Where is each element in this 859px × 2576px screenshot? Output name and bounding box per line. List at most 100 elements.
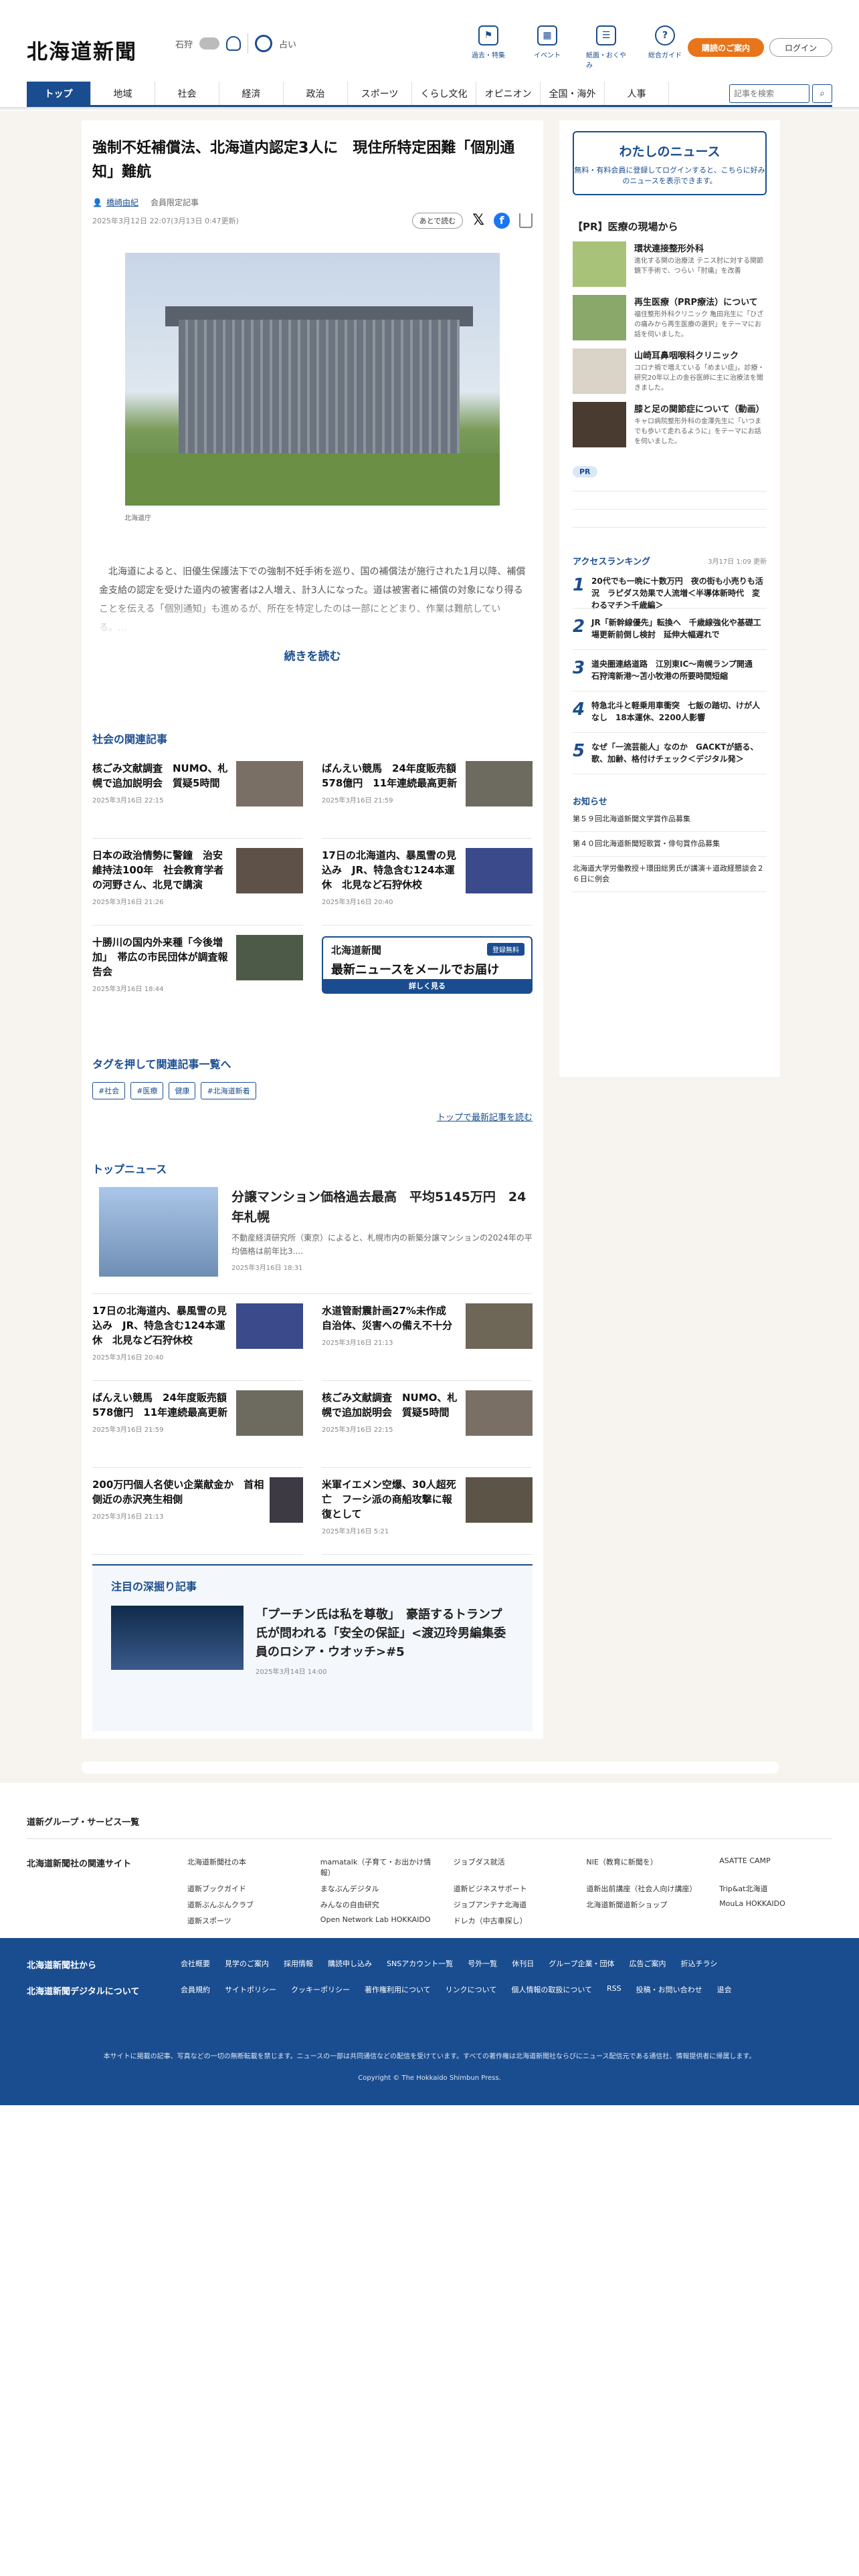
footer-link[interactable]: グループ企業・団体 (549, 1958, 614, 1971)
ranking-item[interactable]: 2 JR「新幹線優先」転換へ 千歳線強化や基礎工場更新前倒し検討 延伸大幅遅れで (573, 609, 767, 650)
my-news-box[interactable]: わたしのニュース 無料・有料会員に登録してログインすると、こちらに好みのニュース… (573, 131, 767, 195)
footer-link[interactable]: 著作権利用について (365, 1984, 431, 1997)
search-icon[interactable]: ⌕ (812, 84, 832, 103)
subscribe-button[interactable]: 購読のご案内 (688, 38, 764, 57)
footer-link[interactable]: 投稿・お問い合わせ (636, 1984, 702, 1997)
footer-link[interactable]: ジョブアンテナ北海道 (454, 1899, 567, 1910)
footer-link[interactable]: 道新ブックガイド (187, 1883, 300, 1894)
nav-item-economy[interactable]: 経済 (219, 82, 284, 105)
topnews-feature[interactable]: 分譲マンション価格過去最高 平均5145万円 24年札幌 不動産経済研究所（東京… (92, 1176, 533, 1294)
tag-health[interactable]: 健康 (169, 1082, 196, 1099)
footer-link[interactable]: NIE（教育に新聞を） (586, 1856, 699, 1878)
related-card[interactable]: 日本の政治情勢に警鐘 治安維持法100年 社会教育学者の河野さん、北見で講演 20… (92, 839, 303, 926)
footer-link[interactable]: mamatalk（子育て・お出かけ情報） (320, 1856, 434, 1878)
topnews-card[interactable]: 核ごみ文献調査 NUMO、札幌で追加説明会 質疑5時間 2025年3月16日 22… (322, 1381, 533, 1468)
ranking-item[interactable]: 4 特急北斗と軽乗用車衝突 七飯の踏切、けが人なし 18本運休、2200人影響 (573, 691, 767, 733)
footer-link[interactable]: 休刊日 (512, 1958, 534, 1971)
deep-dive-title[interactable]: 注目の深掘り記事 (111, 1578, 514, 1594)
tag-medical[interactable]: #医療 (130, 1082, 164, 1099)
deep-dive-card[interactable]: 「プーチン氏は私を尊敬」 豪語するトランプ氏が問われる「安全の保証」<渡辺玲男編… (111, 1606, 514, 1676)
pr-item[interactable]: 環状連接整形外科 進化する関の治療法 テニス肘に対する関節鏡下手術で、つらい「肘痛… (573, 241, 767, 287)
tag-society[interactable]: #社会 (92, 1082, 126, 1099)
topnews-card[interactable]: ばんえい競馬 24年度販売額578億円 11年連続最高更新 2025年3月16日 … (92, 1381, 303, 1468)
footer-link[interactable]: 北海道新聞社の本 (187, 1856, 300, 1878)
ranking-title[interactable]: アクセスランキング (573, 554, 650, 567)
nav-item-personnel[interactable]: 人事 (605, 82, 669, 105)
nav-item-culture[interactable]: くらし文化 (412, 82, 476, 105)
footer-link[interactable]: 広告ご案内 (630, 1958, 666, 1971)
footer-link[interactable]: ジョブダス就活 (454, 1856, 567, 1878)
nav-item-world[interactable]: 全国・海外 (541, 82, 605, 105)
ranking-item[interactable]: 1 20代でも一晩に十数万円 夜の街も小売りも活況 ラピダス効果で人流増＜半導体新… (573, 567, 767, 610)
pr-item[interactable]: 膝と足の関節症について（動画） キャロ病院整形外科の金澤先生に「いつまでも歩いて走… (573, 402, 767, 447)
search-input[interactable] (729, 84, 809, 103)
related-card[interactable]: 17日の北海道内、暴風雪の見込み JR、特急含む124本運休 北見など石狩休校 2… (322, 839, 533, 926)
newsletter-promo[interactable]: 北海道新聞 登録無料 最新ニュースをメールでお届け 詳しく見る (322, 936, 533, 994)
nav-item-politics[interactable]: 政治 (284, 82, 348, 105)
promo-button[interactable]: 詳しく見る (323, 979, 531, 992)
nav-item-top[interactable]: トップ (27, 82, 91, 105)
footer-link[interactable]: 採用情報 (284, 1958, 313, 1971)
notice-item[interactable]: 北海道大学労働教授＋環田総男氏が講演＋道政経懇談会２６日に例会 (573, 857, 767, 892)
notice-item[interactable]: 第５９回北海道新聞文学賞作品募集 (573, 807, 767, 832)
footer-link[interactable]: サイトポリシー (225, 1984, 276, 1997)
related-card[interactable]: 核ごみ文献調査 NUMO、札幌で追加説明会 質疑5時間 2025年3月16日 22… (92, 752, 303, 839)
footer-link[interactable]: 見学のご案内 (225, 1958, 269, 1971)
footer-link[interactable]: 道新スポーツ (187, 1915, 300, 1926)
tag-hokkaido-new[interactable]: #北海道新着 (201, 1082, 256, 1099)
footer-link[interactable]: みんなの自由研究 (320, 1899, 434, 1910)
pr-item[interactable]: 再生医療（PRP療法）について 福住整形外科クリニック 亀田兆生に「ひざの痛みから… (573, 295, 767, 340)
facebook-share-icon[interactable]: f (494, 212, 510, 229)
nav-item-sports[interactable]: スポーツ (348, 82, 412, 105)
related-card[interactable]: 十勝川の国内外来種「今後増加」 帯広の市民団体が調査報告会 2025年3月16日 … (92, 926, 303, 1012)
nav-item-society[interactable]: 社会 (155, 82, 219, 105)
footer-link[interactable]: 個人情報の取扱について (511, 1984, 592, 1997)
footer-link[interactable]: 購読申し込み (328, 1958, 372, 1971)
related-card[interactable]: ばんえい競馬 24年度販売額578億円 11年連続最高更新 2025年3月16日 … (322, 752, 533, 839)
top-latest-link[interactable]: トップで最新記事を読む (92, 1110, 533, 1123)
topnews-card[interactable]: 米軍イエメン空爆、30人超死亡 フーシ派の商船攻撃に報復として 2025年3月16… (322, 1468, 533, 1555)
login-button[interactable]: ログイン (769, 38, 832, 57)
header-link-events[interactable]: ▦ イベント (527, 25, 567, 70)
footer-link[interactable]: 会員規約 (181, 1984, 210, 1997)
read-more-link[interactable]: 続きを読む (92, 647, 533, 663)
footer-link[interactable]: 折込チラシ (681, 1958, 718, 1971)
x-share-icon[interactable]: 𝕏 (472, 212, 484, 229)
header-link-archive[interactable]: ⚑ 過去・特集 (468, 25, 508, 70)
topnews-card[interactable]: 水道管耐震計画27%未作成 自治体、災害への備え不十分 2025年3月16日 21… (322, 1294, 533, 1381)
nav-item-opinion[interactable]: オピニオン (476, 82, 541, 105)
footer-link[interactable]: Trip&at北海道 (719, 1883, 832, 1894)
topnews-card[interactable]: 17日の北海道内、暴風雪の見込み JR、特急含む124本運休 北見など石狩休校 2… (92, 1294, 303, 1381)
footer-link[interactable]: 北海道新聞道新ショップ (586, 1899, 699, 1910)
footer-link[interactable]: MouLa HOKKAIDO (719, 1899, 832, 1910)
nav-item-region[interactable]: 地域 (91, 82, 155, 105)
notice-title[interactable]: お知らせ (573, 794, 767, 807)
footer-link[interactable]: SNSアカウント一覧 (387, 1958, 453, 1971)
site-logo[interactable]: 北海道新聞 (27, 35, 137, 65)
footer-link[interactable]: 号外一覧 (468, 1958, 497, 1971)
footer-link[interactable]: 道新出前講座（社会人向け講座） (586, 1883, 699, 1894)
pr-item[interactable]: 山崎耳鼻咽喉科クリニック コロナ禍で増えている「めまい症」。診療・研究20年以上の… (573, 348, 767, 394)
weather-widget[interactable]: 石狩 占い (175, 33, 296, 53)
read-later-button[interactable]: あとで読む (411, 212, 464, 229)
share-icon[interactable] (519, 213, 533, 228)
group-services-title[interactable]: 道新グループ・サービス一覧 (27, 1815, 832, 1839)
footer-link[interactable]: ASATTE CAMP (719, 1856, 832, 1878)
footer-link[interactable]: 退会 (717, 1984, 732, 1997)
footer-link[interactable]: 道新ビジネスサポート (454, 1883, 567, 1894)
footer-link[interactable]: 会社概要 (181, 1958, 210, 1971)
footer-link[interactable]: リンクについて (446, 1984, 497, 1997)
footer-link[interactable]: 道新ぶんぶんクラブ (187, 1899, 300, 1910)
footer-link[interactable]: クッキーポリシー (291, 1984, 350, 1997)
topnews-card[interactable]: 200万円個人名使い企業献金か 首相側近の赤沢亮生相側 2025年3月16日 21… (92, 1468, 303, 1555)
ranking-item[interactable]: 3 道央圏連絡道路 江別東IC～南幌ランプ開通 石狩湾新港～苫小牧港の所要時間短縮 (573, 650, 767, 691)
footer-link[interactable]: Open Network Lab HOKKAIDO (320, 1915, 434, 1926)
header-link-guide[interactable]: ? 総合ガイド (645, 25, 685, 70)
footer-link[interactable]: RSS (607, 1984, 622, 1997)
ranking-item[interactable]: 5 なぜ「一流芸能人」なのか GACKTが語る、歌、加齢、格付けチェック＜デジタル… (573, 733, 767, 774)
footer-link[interactable]: まなぶんデジタル (320, 1883, 434, 1894)
author-link[interactable]: 橋崎由紀 (106, 197, 138, 208)
header-link-paper[interactable]: ☰ 紙面・おくやみ (586, 25, 626, 70)
footer-link[interactable]: ドレカ（中古車探し） (454, 1915, 567, 1926)
notice-item[interactable]: 第４０回北海道新聞短歌賞・俳句賞作品募集 (573, 832, 767, 857)
